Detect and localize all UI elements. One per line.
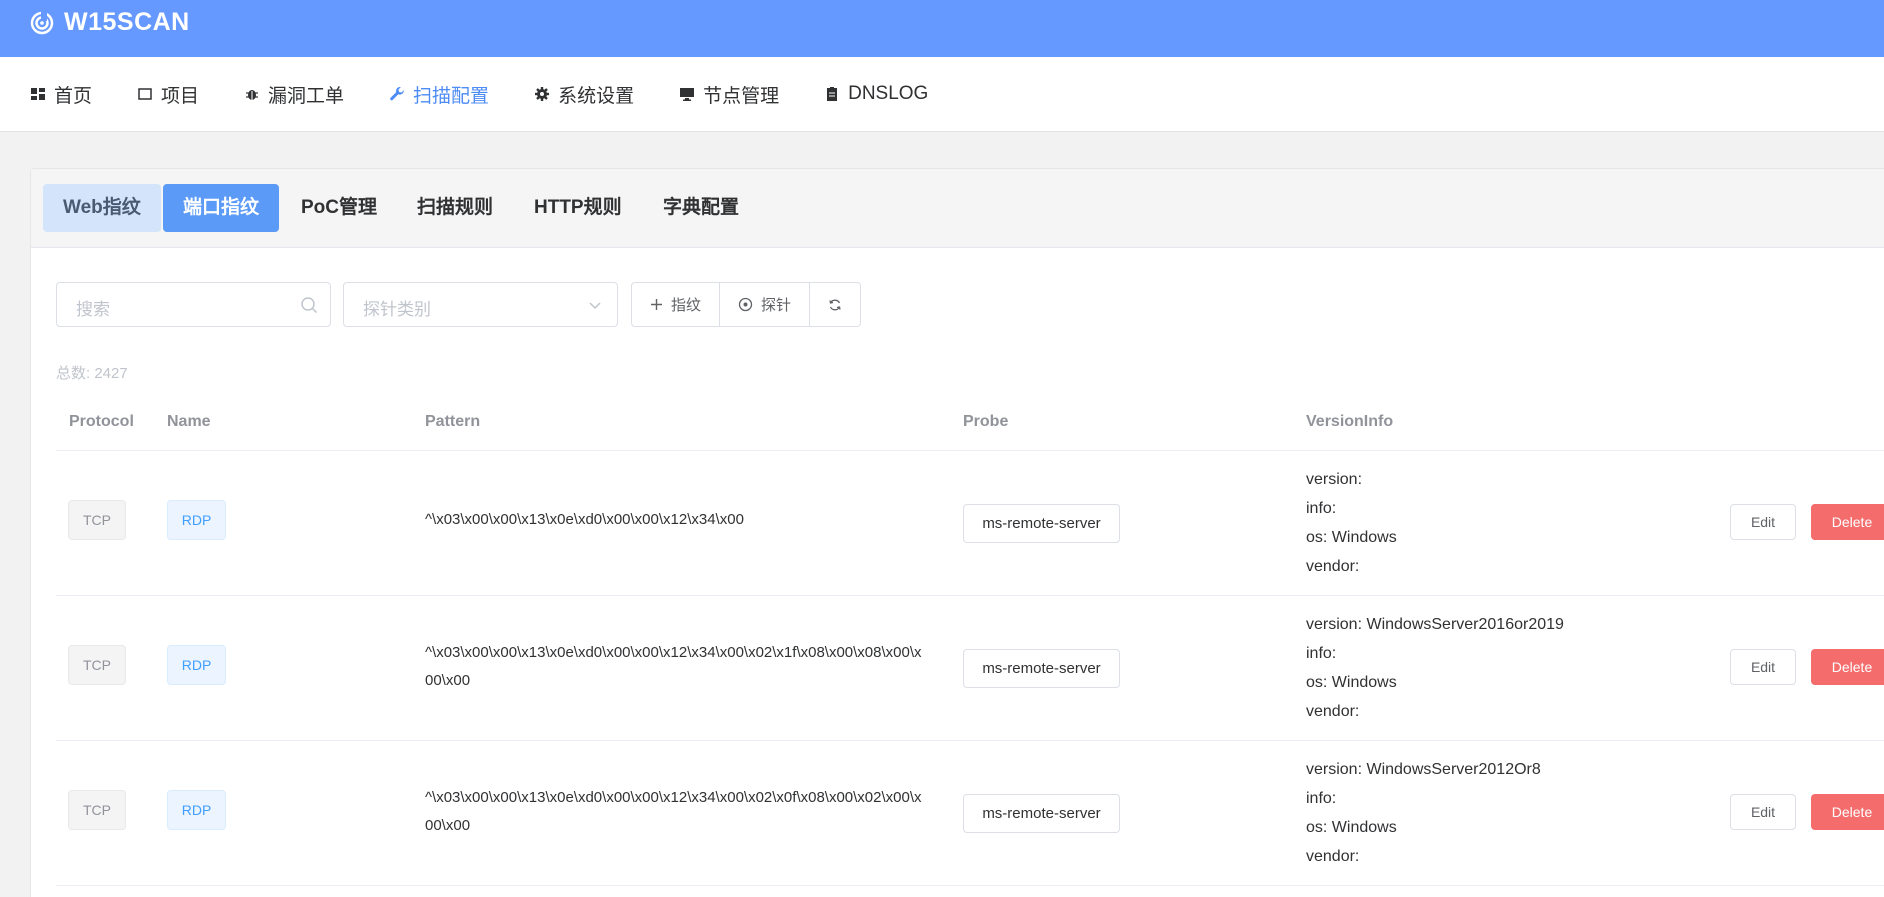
nav-item-vuln-tickets[interactable]: 漏洞工单 bbox=[244, 81, 344, 108]
table-row: TCP RDP ^\x03\x00\x00\x13\x0e\xd0\x00\x0… bbox=[56, 452, 1884, 596]
os-line: os: Windows bbox=[1306, 819, 1397, 836]
version-info: version: info: os: Windows vendor: bbox=[1306, 465, 1397, 581]
clipboard-icon bbox=[827, 87, 838, 101]
app-title: W15SCAN bbox=[64, 8, 190, 36]
nav-item-projects[interactable]: 项目 bbox=[137, 81, 199, 108]
name-tag: RDP bbox=[167, 500, 226, 540]
probe-tag: ms-remote-server bbox=[963, 649, 1120, 688]
top-bar: W15SCAN bbox=[0, 0, 1884, 57]
refresh-icon bbox=[829, 299, 841, 310]
monitor-icon bbox=[680, 88, 695, 101]
bug-icon bbox=[246, 90, 259, 100]
version-info: version: WindowsServer2016or2019 info: o… bbox=[1306, 610, 1564, 726]
version-line: version: bbox=[1306, 471, 1363, 488]
nav-label-projects: 项目 bbox=[161, 85, 200, 107]
name-tag: RDP bbox=[167, 645, 226, 685]
tabs-bar: Web指纹 端口指纹 PoC管理 扫描规则 HTTP规则 字典配置 bbox=[31, 169, 1884, 248]
pattern-text: ^\x03\x00\x00\x13\x0e\xd0\x00\x00\x12\x3… bbox=[425, 789, 922, 834]
nav-item-node-management[interactable]: 节点管理 bbox=[679, 81, 779, 108]
nav-item-system-settings[interactable]: 系统设置 bbox=[534, 81, 634, 108]
logo-icon bbox=[30, 10, 54, 34]
vendor-line: vendor: bbox=[1306, 703, 1360, 720]
nav-label-node-management: 节点管理 bbox=[703, 85, 780, 107]
nav-item-home[interactable]: 首页 bbox=[30, 81, 92, 108]
delete-button[interactable]: Delete bbox=[1811, 794, 1884, 830]
version-line: version: WindowsServer2012Or8 bbox=[1306, 761, 1541, 778]
chevron-down-icon bbox=[589, 302, 601, 310]
header-pattern: Pattern bbox=[425, 413, 481, 430]
square-icon bbox=[138, 88, 152, 100]
nav-item-dnslog[interactable]: DNSLOG bbox=[824, 83, 928, 105]
nav-label-system-settings: 系统设置 bbox=[558, 85, 635, 107]
refresh-button[interactable] bbox=[810, 283, 860, 326]
header-versioninfo: VersionInfo bbox=[1306, 413, 1394, 430]
header-protocol: Protocol bbox=[69, 413, 134, 430]
table-row: TCP RDP ^\x03\x00\x00\x13\x0e\xd0\x00\x0… bbox=[56, 597, 1884, 741]
nav-item-scan-config[interactable]: 扫描配置 bbox=[389, 81, 489, 108]
info-line: info: bbox=[1306, 790, 1337, 807]
edit-button[interactable]: Edit bbox=[1730, 649, 1796, 685]
probe-category-select[interactable]: 探针类别 bbox=[343, 282, 618, 327]
tab-dictionary-config[interactable]: 字典配置 bbox=[643, 184, 759, 232]
add-probe-button[interactable]: 探针 bbox=[720, 283, 811, 326]
add-fingerprint-label: 指纹 bbox=[671, 297, 702, 314]
tab-poc-management[interactable]: PoC管理 bbox=[281, 184, 397, 232]
pattern-text: ^\x03\x00\x00\x13\x0e\xd0\x00\x00\x12\x3… bbox=[425, 644, 922, 689]
tab-http-rules[interactable]: HTTP规则 bbox=[514, 184, 642, 232]
protocol-tag: TCP bbox=[68, 790, 126, 830]
protocol-tag: TCP bbox=[68, 645, 126, 685]
tab-web-fingerprint[interactable]: Web指纹 bbox=[43, 184, 161, 232]
delete-button[interactable]: Delete bbox=[1811, 649, 1884, 685]
name-tag: RDP bbox=[167, 790, 226, 830]
vendor-line: vendor: bbox=[1306, 848, 1360, 865]
add-fingerprint-button[interactable]: 指纹 bbox=[632, 283, 721, 326]
version-info: version: WindowsServer2012Or8 info: os: … bbox=[1306, 755, 1541, 871]
total-count: 总数: 2427 bbox=[56, 365, 128, 382]
table-header: Protocol Name Pattern Probe VersionInfo bbox=[56, 391, 1884, 451]
protocol-tag: TCP bbox=[68, 500, 126, 540]
delete-button[interactable]: Delete bbox=[1811, 504, 1884, 540]
pattern-text: ^\x03\x00\x00\x13\x0e\xd0\x00\x00\x12\x3… bbox=[425, 511, 744, 528]
version-line: version: WindowsServer2016or2019 bbox=[1306, 616, 1564, 633]
plus-icon bbox=[651, 299, 662, 310]
target-icon bbox=[738, 297, 753, 312]
search-icon bbox=[301, 297, 318, 314]
search-placeholder: 搜索 bbox=[76, 300, 110, 319]
main-nav: 首页 项目 漏洞工单 扫描配置 系统设置 节点管理 DNSLOG bbox=[0, 57, 1884, 132]
nav-label-home: 首页 bbox=[54, 85, 93, 107]
add-probe-label: 探针 bbox=[761, 297, 792, 314]
os-line: os: Windows bbox=[1306, 674, 1397, 691]
header-probe: Probe bbox=[963, 413, 1009, 430]
table-row: TCP RDP ^\x03\x00\x00\x13\x0e\xd0\x00\x0… bbox=[56, 742, 1884, 886]
header-name: Name bbox=[167, 413, 211, 430]
select-placeholder: 探针类别 bbox=[363, 300, 431, 319]
os-line: os: Windows bbox=[1306, 529, 1397, 546]
probe-tag: ms-remote-server bbox=[963, 794, 1120, 833]
info-line: info: bbox=[1306, 645, 1337, 662]
gear-icon bbox=[535, 87, 550, 101]
info-line: info: bbox=[1306, 500, 1337, 517]
tab-port-fingerprint[interactable]: 端口指纹 bbox=[163, 184, 280, 232]
dashboard-icon bbox=[31, 88, 45, 100]
brand[interactable]: W15SCAN bbox=[30, 8, 190, 37]
search-input[interactable]: 搜索 bbox=[56, 282, 331, 327]
action-button-group: 指纹 探针 bbox=[631, 282, 862, 327]
vendor-line: vendor: bbox=[1306, 558, 1360, 575]
tab-scan-rules[interactable]: 扫描规则 bbox=[397, 184, 513, 232]
nav-label-scan-config: 扫描配置 bbox=[413, 85, 490, 107]
nav-label-vuln-tickets: 漏洞工单 bbox=[268, 85, 345, 107]
nav-label-dnslog: DNSLOG bbox=[848, 83, 929, 104]
edit-button[interactable]: Edit bbox=[1730, 794, 1796, 830]
content-card: Web指纹 端口指纹 PoC管理 扫描规则 HTTP规则 字典配置 搜索 探针类… bbox=[30, 168, 1884, 897]
probe-tag: ms-remote-server bbox=[963, 504, 1120, 543]
edit-button[interactable]: Edit bbox=[1730, 504, 1796, 540]
wrench-icon bbox=[390, 87, 404, 101]
